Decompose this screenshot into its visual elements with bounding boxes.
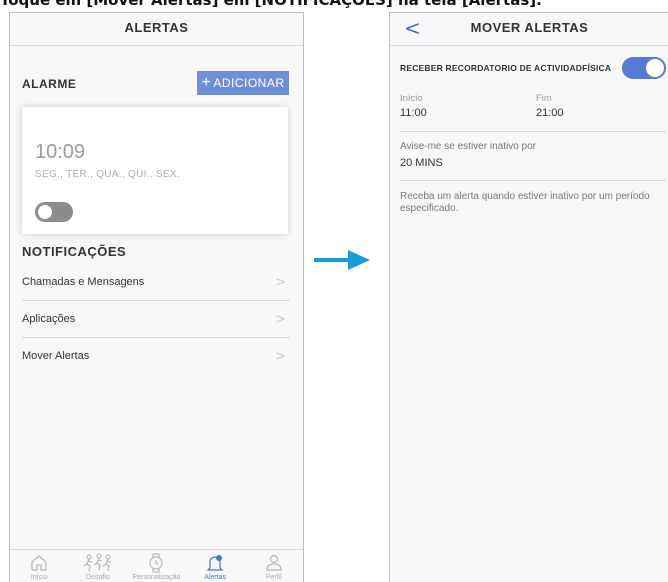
tab-label: Alertas	[204, 574, 226, 581]
notifications-section-heading: NOTIFICAÇÕES	[22, 244, 127, 259]
divider	[400, 131, 666, 132]
activity-reminder-label: RECEBER RECORDATORIO DE ACTIVIDADFÍSICA	[400, 63, 612, 73]
list-item-label: Chamadas e Mensagens	[22, 276, 145, 288]
divider	[400, 180, 666, 181]
move-alerts-screen: < MOVER ALERTAS RECEBER RECORDATORIO DE …	[389, 12, 668, 582]
inactive-duration-label: Avise-me se estiver inativo por	[400, 141, 536, 152]
bell-icon	[206, 555, 224, 571]
top-bar: ALERTAS	[10, 13, 303, 46]
tab-label: Desafio	[86, 574, 110, 581]
list-item-calls-messages[interactable]: Chamadas e Mensagens >	[22, 264, 290, 301]
tab-personalization[interactable]: Personalização	[127, 550, 186, 582]
chevron-right-icon: >	[275, 348, 286, 364]
list-item-applications[interactable]: Aplicações >	[22, 301, 290, 338]
page-title: MOVER ALERTAS	[470, 20, 589, 35]
tab-alerts[interactable]: Alertas	[186, 550, 245, 582]
tab-label: Personalização	[132, 574, 181, 581]
activity-reminder-row: RECEBER RECORDATORIO DE ACTIVIDADFÍSICA	[390, 51, 668, 81]
alerts-screen: ALERTAS ALARME + ADICIONAR 10:09 SEG., T…	[9, 12, 304, 582]
plus-icon: +	[201, 74, 212, 91]
end-label: Fim	[536, 93, 552, 104]
chevron-right-icon: >	[275, 311, 286, 327]
home-icon	[31, 555, 47, 571]
watch-icon	[149, 553, 164, 573]
add-alarm-button[interactable]: + ADICIONAR	[197, 71, 289, 95]
list-item-label: Aplicações	[22, 313, 76, 325]
list-item-label: Mover Alertas	[22, 350, 90, 362]
bottom-tab-bar: Início Desafio Personalização Alertas Pe…	[10, 549, 303, 582]
alarm-card[interactable]: 10:09 SEG., TER., QUA., QUI., SEX.	[22, 107, 288, 234]
alarm-section-heading: ALARME	[22, 77, 77, 91]
toggle-knob	[646, 59, 664, 77]
tab-challenge[interactable]: Desafio	[69, 550, 128, 582]
tab-profile[interactable]: Perfil	[244, 550, 303, 582]
start-time-value[interactable]: 11:00	[400, 107, 427, 119]
add-button-label: ADICIONAR	[213, 76, 285, 90]
toggle-knob	[38, 205, 52, 219]
right-arrow-icon	[314, 250, 370, 270]
runners-icon	[83, 553, 112, 572]
page-title: ALERTAS	[124, 20, 189, 35]
alarm-toggle[interactable]	[35, 202, 73, 222]
start-label: Início	[400, 93, 423, 104]
description-text: Receba um alerta quando estiver inativo …	[400, 191, 650, 214]
top-bar: < MOVER ALERTAS	[390, 13, 668, 46]
alarm-days: SEG., TER., QUA., QUI., SEX.	[35, 169, 180, 180]
tab-home[interactable]: Início	[10, 550, 69, 582]
person-icon	[266, 554, 282, 571]
inactive-duration-value[interactable]: 20 MINS	[400, 157, 443, 169]
alarm-time: 10:09	[35, 141, 86, 163]
tab-label: Perfil	[265, 574, 282, 581]
list-item-move-alerts[interactable]: Mover Alertas >	[22, 338, 290, 374]
chevron-right-icon: >	[275, 274, 286, 290]
activity-reminder-toggle[interactable]	[622, 57, 666, 79]
tab-label: Início	[30, 574, 48, 581]
end-time-value[interactable]: 21:00	[536, 107, 564, 119]
